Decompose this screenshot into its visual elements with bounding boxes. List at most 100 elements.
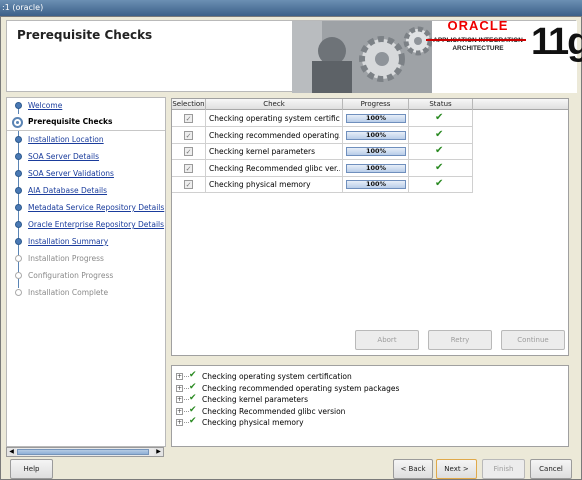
progress-bar: 100% — [346, 130, 406, 140]
table-row[interactable]: ✓ Checking Recommended glibc ver... 100% ✔ — [172, 159, 568, 177]
sidebar-item-installation-complete: Installation Complete — [7, 285, 165, 302]
expand-icon[interactable]: + — [176, 373, 183, 380]
continue-button[interactable]: Continue — [501, 330, 565, 350]
finish-button[interactable]: Finish — [482, 459, 525, 479]
tree-item-label: Checking kernel parameters — [202, 395, 309, 405]
success-check-icon: ✔ — [189, 416, 197, 427]
scrollbar-thumb[interactable] — [17, 449, 149, 455]
tree-item-label: Checking recommended operating system pa… — [202, 383, 400, 393]
sidebar-item-oracle-enterprise-repository[interactable]: Oracle Enterprise Repository Details — [7, 217, 165, 234]
sidebar-item-soa-server-validations[interactable]: SOA Server Validations — [7, 166, 165, 183]
sidebar-item-label[interactable]: SOA Server Details — [28, 152, 99, 161]
table-row[interactable]: ✓ Checking physical memory 100% ✔ — [172, 176, 568, 193]
progress-label: 100% — [365, 147, 387, 155]
table-row[interactable]: ✓ Checking kernel parameters 100% ✔ — [172, 143, 568, 160]
progress-bar: 100% — [346, 147, 406, 156]
success-check-icon: ✔ — [435, 128, 444, 140]
status-cell: ✔ — [409, 176, 473, 193]
sidebar-item-aia-database-details[interactable]: AIA Database Details — [7, 183, 165, 200]
sidebar-item-installation-summary[interactable]: Installation Summary — [7, 234, 165, 251]
sidebar-item-label[interactable]: Installation Summary — [28, 237, 108, 246]
product-line-2: ARCHITECTURE — [452, 45, 504, 52]
prerequisite-checks-table: Selection Check Progress Status ✓ Checkin… — [171, 98, 569, 356]
selection-checkbox[interactable]: ✓ — [184, 147, 193, 156]
sidebar-item-label[interactable]: AIA Database Details — [28, 186, 107, 195]
sidebar-item-label: Installation Complete — [28, 288, 109, 297]
progress-cell: 100% — [343, 143, 409, 160]
check-cell: Checking kernel parameters — [206, 143, 343, 160]
sidebar-item-metadata-service-repository[interactable]: Metadata Service Repository Details — [7, 200, 165, 217]
check-name: Checking physical memory — [209, 180, 311, 189]
table-row[interactable]: ✓ Checking operating system certific... 10… — [172, 110, 568, 127]
sidebar-item-prerequisite-checks[interactable]: Prerequisite Checks — [7, 114, 165, 131]
column-header-status[interactable]: Status — [409, 99, 473, 110]
back-button[interactable]: < Back — [393, 459, 433, 479]
step-done-icon — [15, 187, 22, 194]
step-pending-icon — [15, 255, 22, 262]
step-done-icon — [15, 204, 22, 211]
tree-item-label: Checking Recommended glibc version — [202, 406, 346, 416]
tree-item[interactable]: + ✔ Checking operating system certificatio… — [176, 370, 556, 383]
table-row[interactable]: ✓ Checking recommended operating... 100% ✔ — [172, 126, 568, 144]
sidebar-item-label[interactable]: SOA Server Validations — [28, 169, 114, 178]
progress-cell: 100% — [343, 176, 409, 193]
expand-icon[interactable]: + — [176, 396, 183, 404]
selection-cell: ✓ — [172, 176, 206, 193]
tree-item-label: Checking physical memory — [202, 418, 304, 428]
selection-cell: ✓ — [172, 143, 206, 160]
success-check-icon: ✔ — [189, 370, 197, 380]
tree-item[interactable]: + ✔ Checking recommended operating system … — [176, 381, 556, 395]
check-cell: Checking operating system certific... — [206, 110, 343, 127]
selection-checkbox[interactable]: ✓ — [184, 163, 193, 173]
progress-label: 100% — [365, 130, 387, 139]
expand-icon[interactable]: + — [176, 419, 183, 427]
sidebar-item-welcome[interactable]: Welcome — [7, 98, 165, 115]
column-header-selection[interactable]: Selection — [172, 99, 206, 110]
scroll-left-icon[interactable]: ◀ — [7, 448, 16, 456]
sidebar-item-label[interactable]: Oracle Enterprise Repository Details — [28, 220, 164, 229]
sidebar-item-label: Prerequisite Checks — [28, 117, 113, 126]
success-check-icon: ✔ — [189, 404, 197, 415]
status-cell: ✔ — [409, 143, 473, 160]
progress-label: 100% — [365, 114, 387, 122]
selection-checkbox[interactable]: ✓ — [184, 114, 193, 123]
step-done-icon — [15, 221, 22, 228]
sidebar-item-label: Installation Progress — [28, 254, 104, 263]
selection-checkbox[interactable]: ✓ — [184, 130, 193, 140]
retry-button[interactable]: Retry — [428, 330, 492, 350]
sidebar-item-label[interactable]: Metadata Service Repository Details — [28, 203, 164, 212]
success-check-icon: ✔ — [189, 381, 197, 392]
cancel-button[interactable]: Cancel — [530, 459, 572, 479]
success-check-icon: ✔ — [435, 112, 444, 123]
sidebar-item-label[interactable]: Installation Location — [28, 135, 104, 144]
step-current-icon — [12, 117, 23, 128]
tree-item[interactable]: + ✔ Checking Recommended glibc version — [176, 404, 556, 418]
scroll-right-icon[interactable]: ▶ — [154, 448, 163, 456]
status-cell: ✔ — [409, 110, 473, 127]
wizard-steps-sidebar: Welcome Prerequisite Checks Installation… — [6, 97, 166, 447]
sidebar-item-installation-location[interactable]: Installation Location — [7, 132, 165, 149]
progress-label: 100% — [365, 163, 387, 172]
step-done-icon — [15, 136, 22, 143]
expand-icon[interactable]: + — [176, 384, 183, 392]
tree-item[interactable]: + ✔ Checking kernel parameters — [176, 393, 556, 406]
selection-checkbox[interactable]: ✓ — [184, 180, 193, 189]
sidebar-item-soa-server-details[interactable]: SOA Server Details — [7, 149, 165, 166]
progress-bar: 100% — [346, 180, 406, 189]
abort-button[interactable]: Abort — [355, 330, 419, 350]
selection-cell: ✓ — [172, 110, 206, 127]
progress-bar: 100% — [346, 114, 406, 123]
check-cell: Checking physical memory — [206, 176, 343, 193]
sidebar-horizontal-scrollbar[interactable]: ◀ ▶ — [6, 447, 164, 457]
progress-bar: 100% — [346, 163, 406, 173]
tree-item[interactable]: + ✔ Checking physical memory — [176, 416, 556, 429]
tree-item-label: Checking operating system certification — [202, 372, 352, 381]
column-header-progress[interactable]: Progress — [343, 99, 409, 110]
expand-icon[interactable]: + — [176, 407, 183, 415]
help-button[interactable]: Help — [10, 459, 53, 479]
next-button[interactable]: Next > — [436, 459, 477, 479]
progress-cell: 100% — [343, 126, 409, 144]
sidebar-item-label[interactable]: Welcome — [28, 101, 62, 110]
column-header-check[interactable]: Check — [206, 99, 343, 110]
wizard-footer: Help < Back Next > Finish Cancel — [0, 459, 582, 480]
